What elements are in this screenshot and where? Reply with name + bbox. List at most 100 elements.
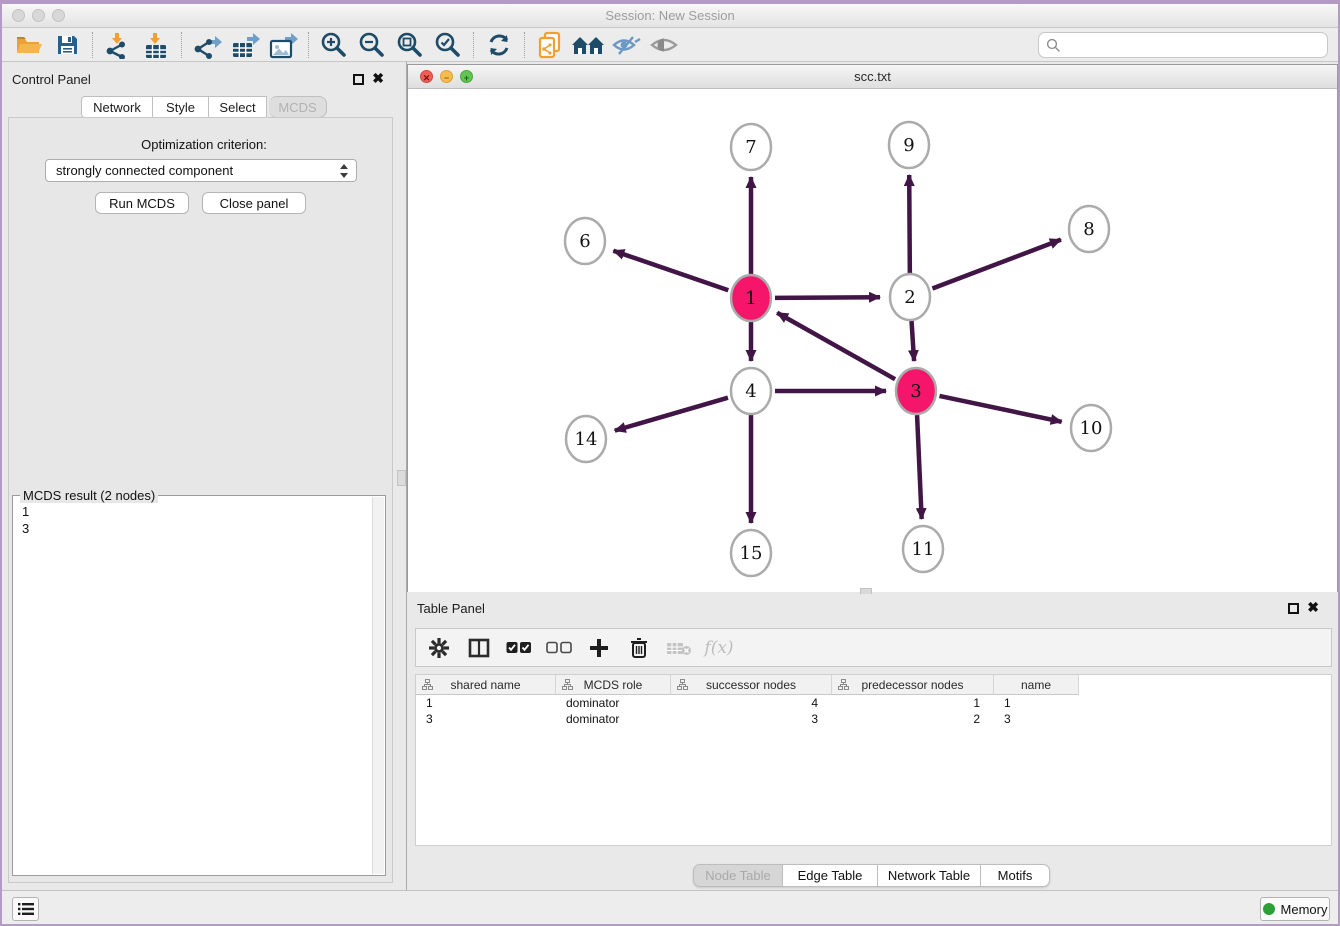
tab-motifs[interactable]: Motifs xyxy=(981,864,1050,887)
zoom-selected-button[interactable] xyxy=(429,30,467,60)
function-builder-button[interactable]: f(x) xyxy=(706,635,732,661)
table-cell[interactable]: 4 xyxy=(671,695,832,711)
close-table-panel-icon[interactable]: ✖ xyxy=(1307,602,1319,613)
refresh-layout-button[interactable] xyxy=(480,30,518,60)
zoom-in-button[interactable] xyxy=(315,30,353,60)
table-toolbar: f(x) xyxy=(415,628,1332,667)
tab-style[interactable]: Style xyxy=(153,96,209,118)
delete-column-button[interactable] xyxy=(626,635,652,661)
chevron-updown-icon xyxy=(339,163,349,179)
graph-edge-2-9[interactable] xyxy=(909,175,910,273)
mcds-result-line: 1 xyxy=(22,503,371,520)
show-eye-icon xyxy=(650,35,678,55)
table-row[interactable]: 1dominator411 xyxy=(416,695,1079,711)
graph-node-label: 11 xyxy=(912,539,935,560)
export-network-button[interactable] xyxy=(188,30,226,60)
graph-edge-2-3[interactable] xyxy=(912,321,915,361)
graph-edge-1-6[interactable] xyxy=(613,251,728,290)
table-cell[interactable]: 2 xyxy=(832,711,994,727)
add-column-button[interactable] xyxy=(586,635,612,661)
column-header-MCDS-role[interactable]: MCDS role xyxy=(556,675,671,695)
graph-canvas[interactable]: 1234678910111415 xyxy=(408,89,1337,592)
search-input[interactable] xyxy=(1061,38,1327,53)
export-image-button[interactable] xyxy=(264,30,302,60)
close-panel-icon[interactable]: ✖ xyxy=(372,73,384,84)
column-type-icon xyxy=(677,679,688,690)
graph-node-label: 15 xyxy=(740,543,763,564)
zoom-fit-icon xyxy=(396,31,424,59)
hide-panel-button[interactable] xyxy=(607,30,645,60)
titlebar: Session: New Session xyxy=(2,4,1338,28)
zoom-fit-button[interactable] xyxy=(391,30,429,60)
graph-edge-3-11[interactable] xyxy=(917,415,922,519)
column-header-successor-nodes[interactable]: successor nodes xyxy=(671,675,832,695)
column-header-name[interactable]: name xyxy=(994,675,1079,695)
criterion-value: strongly connected component xyxy=(56,163,233,178)
column-label: shared name xyxy=(450,678,520,692)
export-table-button[interactable] xyxy=(226,30,264,60)
import-table-button[interactable] xyxy=(137,30,175,60)
tab-select[interactable]: Select xyxy=(209,96,267,118)
table-cell[interactable]: 3 xyxy=(671,711,832,727)
table-cell[interactable]: 3 xyxy=(994,711,1079,727)
network-window-titlebar[interactable]: ✕ − + scc.txt xyxy=(408,65,1337,89)
graph-edge-3-10[interactable] xyxy=(939,396,1061,422)
table-settings-button[interactable] xyxy=(426,635,452,661)
tab-edge-table[interactable]: Edge Table xyxy=(783,864,878,887)
float-table-panel-icon[interactable] xyxy=(1288,603,1299,614)
graph-edge-2-8[interactable] xyxy=(932,240,1061,289)
tab-network[interactable]: Network xyxy=(81,96,153,118)
zoom-out-button[interactable] xyxy=(353,30,391,60)
plus-icon xyxy=(589,638,609,658)
deselect-all-button[interactable] xyxy=(546,635,572,661)
table-cell[interactable]: 3 xyxy=(416,711,556,727)
column-type-icon xyxy=(422,679,433,690)
duplicate-network-button[interactable] xyxy=(531,30,569,60)
run-mcds-button[interactable]: Run MCDS xyxy=(95,192,189,214)
table-cell[interactable]: 1 xyxy=(832,695,994,711)
delete-table-button[interactable] xyxy=(666,635,692,661)
tab-node-table[interactable]: Node Table xyxy=(693,864,783,887)
mcds-result-list[interactable]: 13 xyxy=(13,499,371,875)
column-label: successor nodes xyxy=(706,678,796,692)
memory-button[interactable]: Memory xyxy=(1260,897,1330,921)
graph-edge-1-2[interactable] xyxy=(775,297,880,298)
toolbar-separator xyxy=(308,32,309,58)
select-all-button[interactable] xyxy=(506,635,532,661)
import-network-button[interactable] xyxy=(99,30,137,60)
column-label: name xyxy=(1021,678,1051,692)
table-panel: Table Panel ✖ xyxy=(407,594,1338,890)
graph-node-label: 9 xyxy=(903,135,914,156)
graph-node-label: 2 xyxy=(904,287,915,308)
save-session-button[interactable] xyxy=(48,30,86,60)
criterion-dropdown[interactable]: strongly connected component xyxy=(45,159,357,182)
task-history-button[interactable] xyxy=(12,897,39,921)
refresh-icon xyxy=(486,32,512,58)
zoom-selected-icon xyxy=(434,31,462,59)
result-scrollbar[interactable] xyxy=(372,497,384,874)
memory-status-icon xyxy=(1263,903,1275,915)
graph-edge-4-14[interactable] xyxy=(615,398,728,431)
show-panel-button[interactable] xyxy=(645,30,683,60)
graph-node-label: 10 xyxy=(1080,418,1103,439)
vertical-splitter-handle[interactable] xyxy=(397,470,406,486)
table-cell[interactable]: dominator xyxy=(556,711,671,727)
table-cell[interactable]: 1 xyxy=(416,695,556,711)
column-header-shared-name[interactable]: shared name xyxy=(416,675,556,695)
tab-mcds[interactable]: MCDS xyxy=(269,96,327,118)
node-table[interactable]: shared name MCDS role successor nodes prede… xyxy=(415,674,1332,846)
save-icon xyxy=(55,33,79,57)
column-header-predecessor-nodes[interactable]: predecessor nodes xyxy=(832,675,994,695)
graph-edge-3-1[interactable] xyxy=(777,313,895,379)
split-table-button[interactable] xyxy=(466,635,492,661)
zoom-out-icon xyxy=(358,31,386,59)
table-cell[interactable]: 1 xyxy=(994,695,1079,711)
tab-network-table[interactable]: Network Table xyxy=(878,864,981,887)
float-panel-icon[interactable] xyxy=(353,74,364,85)
table-cell[interactable]: dominator xyxy=(556,695,671,711)
table-row[interactable]: 3dominator323 xyxy=(416,711,1079,727)
search-box xyxy=(1038,32,1328,58)
close-panel-button[interactable]: Close panel xyxy=(202,192,306,214)
home-layout-button[interactable] xyxy=(569,30,607,60)
open-session-button[interactable] xyxy=(10,30,48,60)
